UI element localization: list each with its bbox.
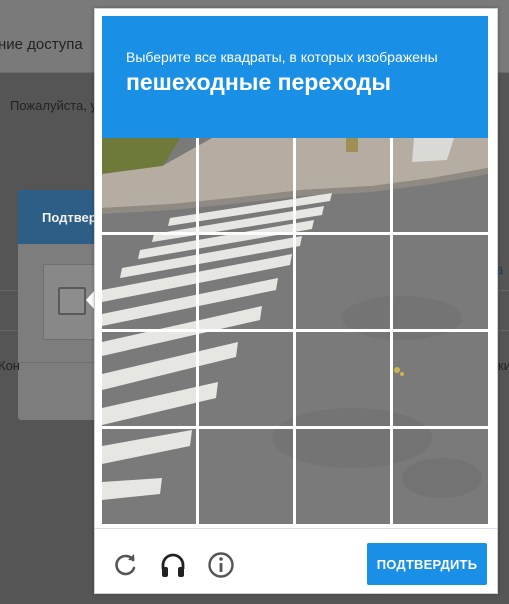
captcha-tile-r2c1[interactable] [102,235,196,329]
captcha-tile-r1c2[interactable] [199,138,293,232]
verify-button[interactable]: ПОДТВЕРДИТЬ [367,543,487,585]
background-modal-title: Подтвер [42,210,97,225]
info-icon[interactable] [207,551,235,579]
background-footer-text: Кон [0,358,20,373]
audio-headphones-icon[interactable] [159,551,187,579]
captcha-tile-r4c1[interactable] [102,429,196,523]
captcha-instruction: Выберите все квадраты, в которых изображ… [126,49,438,65]
background-right-text: ки [498,358,509,373]
captcha-tile-r2c4[interactable] [393,235,487,329]
background-header-title: ние доступа [0,36,83,53]
captcha-tile-r3c2[interactable] [199,332,293,426]
captcha-tile-r2c2[interactable] [199,235,293,329]
captcha-header: Выберите все квадраты, в которых изображ… [102,16,488,138]
captcha-tile-r2c3[interactable] [296,235,390,329]
captcha-challenge-dialog: Выберите все квадраты, в которых изображ… [94,8,498,594]
captcha-tile-r4c2[interactable] [199,429,293,523]
captcha-image-grid [102,138,488,524]
captcha-tile-r4c3[interactable] [296,429,390,523]
captcha-tile-r3c3[interactable] [296,332,390,426]
captcha-tile-r1c1[interactable] [102,138,196,232]
captcha-footer: ПОДТВЕРДИТЬ [95,528,497,594]
recaptcha-checkbox[interactable] [58,287,86,315]
captcha-tile-r4c4[interactable] [393,429,487,523]
background-body-text: Пожалуйста, у [10,98,97,113]
captcha-tile-r1c4[interactable] [393,138,487,232]
reload-icon[interactable] [111,551,139,579]
captcha-tile-r3c4[interactable] [393,332,487,426]
captcha-tile-r3c1[interactable] [102,332,196,426]
captcha-tile-r1c3[interactable] [296,138,390,232]
captcha-target-label: пешеходные переходы [126,69,392,95]
